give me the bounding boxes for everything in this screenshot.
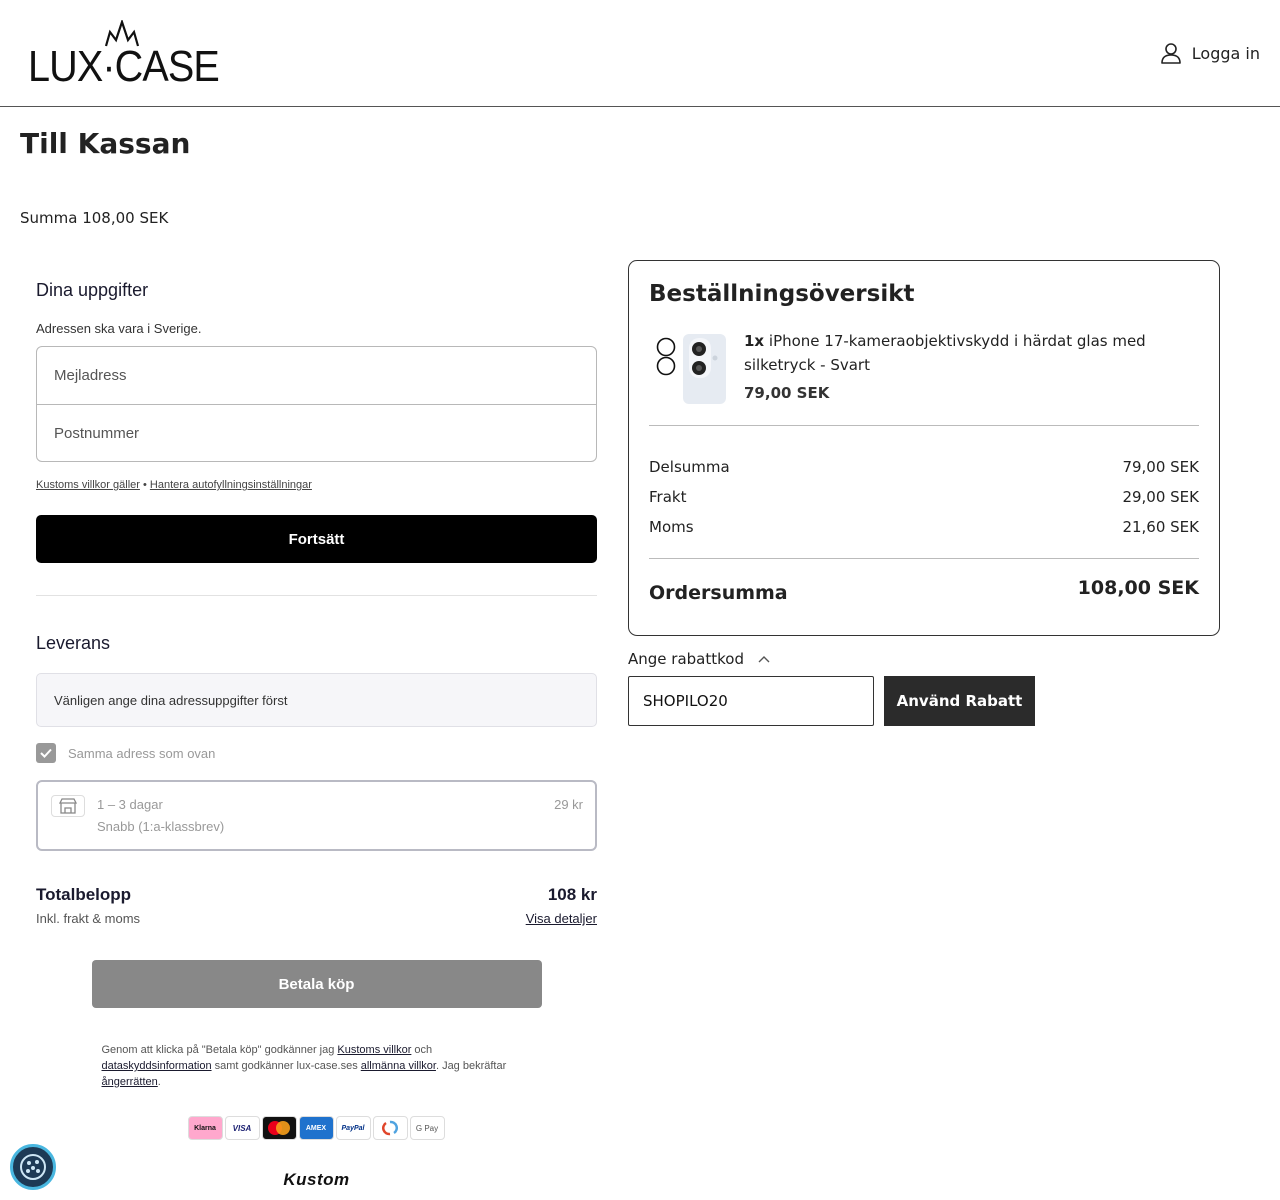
same-address-checkbox[interactable] — [36, 743, 56, 763]
login-link[interactable]: Logga in — [1160, 42, 1260, 64]
subtotal-row: Delsumma 79,00 SEK — [649, 458, 1199, 476]
subtotal-label: Delsumma — [649, 458, 730, 476]
autofill-link[interactable]: Hantera autofyllningsinställningar — [150, 479, 312, 491]
same-address-row: Samma adress som ovan — [36, 743, 597, 763]
lux-case-logo[interactable]: LUX·CASE — [28, 18, 220, 91]
terms-part: Genom att klicka på "Betala köp" godkänn… — [101, 1044, 338, 1056]
vat-label: Moms — [649, 518, 694, 536]
terms-part: och — [411, 1044, 433, 1056]
overview-title: Beställningsöversikt — [649, 281, 915, 307]
google-pay-icon: G Pay — [409, 1116, 445, 1140]
shipping-label: Frakt — [649, 488, 687, 506]
kustom-terms-link[interactable]: Kustoms villkor — [337, 1044, 411, 1056]
checkout-widget: Dina uppgifter Adressen ska vara i Sveri… — [36, 280, 597, 1190]
logo-text: LUX·CASE — [28, 42, 220, 91]
shipping-days: 1 – 3 dagar — [97, 797, 163, 812]
cookie-icon — [20, 1154, 46, 1180]
product-qty: 1x — [744, 332, 765, 350]
legal-links: Kustoms villkor gäller • Hantera autofyl… — [36, 479, 597, 491]
terms-part: samt godkänner lux-case.ses — [211, 1060, 361, 1072]
discount-label: Ange rabattkod — [628, 650, 744, 668]
login-label: Logga in — [1191, 43, 1260, 63]
details-title: Dina uppgifter — [36, 280, 149, 300]
delivery-title: Leverans — [36, 633, 111, 653]
klarna-icon: Klarna — [187, 1116, 223, 1140]
delivery-info: Vänligen ange dina adressuppgifter först — [36, 673, 597, 727]
cart-sum: Summa 108,00 SEK — [20, 209, 169, 227]
shipping-option[interactable]: 1 – 3 dagar Snabb (1:a-klassbrev) 29 kr — [36, 780, 597, 851]
shipping-row: Frakt 29,00 SEK — [649, 488, 1199, 506]
address-note: Adressen ska vara i Sverige. — [36, 321, 202, 336]
order-total-label: Ordersumma — [649, 582, 788, 604]
visa-icon: VISA — [224, 1116, 260, 1140]
site-header: LUX·CASE Logga in — [0, 0, 1280, 107]
show-details-link[interactable]: Visa detaljer — [526, 911, 597, 926]
store-icon — [51, 795, 85, 817]
pay-button[interactable]: Betala köp — [91, 960, 542, 1008]
vat-value: 21,60 SEK — [1122, 518, 1199, 536]
kustom-logo: Kustom — [283, 1170, 350, 1189]
total-label: Totalbelopp — [36, 885, 132, 904]
chevron-up-icon — [758, 656, 770, 663]
discount-code-input[interactable] — [628, 676, 874, 726]
user-icon — [1160, 43, 1181, 64]
swish-icon — [372, 1116, 408, 1140]
order-overview: Beställningsöversikt 1x iPhone 17-kamera… — [628, 260, 1220, 636]
total-amount: 108 kr — [547, 885, 597, 904]
terms-part: . Jag bekräftar — [435, 1060, 507, 1072]
total-row: Totalbelopp 108 kr — [36, 885, 597, 905]
apply-discount-button[interactable]: Använd Rabatt — [884, 676, 1035, 726]
product-title: iPhone 17-kameraobjektivskydd i härdat g… — [744, 332, 1146, 374]
privacy-link[interactable]: dataskyddsinformation — [102, 1060, 212, 1072]
total-sub: Inkl. frakt & moms — [36, 911, 141, 926]
vat-row: Moms 21,60 SEK — [649, 518, 1199, 536]
continue-button[interactable]: Fortsätt — [36, 515, 597, 563]
checkmark-icon — [40, 748, 52, 758]
shipping-method: Snabb (1:a-klassbrev) — [97, 819, 225, 834]
shipping-value: 29,00 SEK — [1122, 488, 1199, 506]
terms-text: Genom att klicka på "Betala köp" godkänn… — [102, 1042, 532, 1090]
mastercard-icon — [261, 1116, 297, 1140]
discount-toggle[interactable]: Ange rabattkod — [628, 650, 770, 668]
divider — [649, 425, 1199, 426]
general-terms-link[interactable]: allmänna villkor — [361, 1060, 436, 1072]
order-total-value: 108,00 SEK — [1077, 577, 1199, 599]
shipping-price: 29 kr — [554, 797, 583, 812]
contact-fields: Mejladress Postnummer — [36, 346, 597, 462]
link-separator: • — [139, 479, 150, 491]
postcode-field[interactable]: Postnummer — [37, 404, 596, 461]
product-price: 79,00 SEK — [744, 384, 830, 402]
page-title: Till Kassan — [20, 127, 191, 160]
subtotal-value: 79,00 SEK — [1122, 458, 1199, 476]
cookie-settings-button[interactable] — [10, 1144, 56, 1190]
total-sub-row: Inkl. frakt & moms Visa detaljer — [36, 911, 597, 926]
payment-methods: Klarna VISA AMEX PayPal G Pay — [187, 1116, 446, 1140]
same-address-label: Samma adress som ovan — [68, 745, 216, 761]
divider — [649, 558, 1199, 559]
paypal-icon: PayPal — [335, 1116, 371, 1140]
withdrawal-link[interactable]: ångerrätten — [102, 1076, 158, 1088]
divider — [36, 595, 597, 596]
product-image[interactable] — [649, 331, 729, 405]
terms-link[interactable]: Kustoms villkor gäller — [36, 479, 140, 491]
amex-icon: AMEX — [298, 1116, 334, 1140]
product-name[interactable]: 1x iPhone 17-kameraobjektivskydd i härda… — [744, 329, 1174, 377]
email-field[interactable]: Mejladress — [37, 347, 596, 404]
terms-part: . — [157, 1076, 161, 1088]
